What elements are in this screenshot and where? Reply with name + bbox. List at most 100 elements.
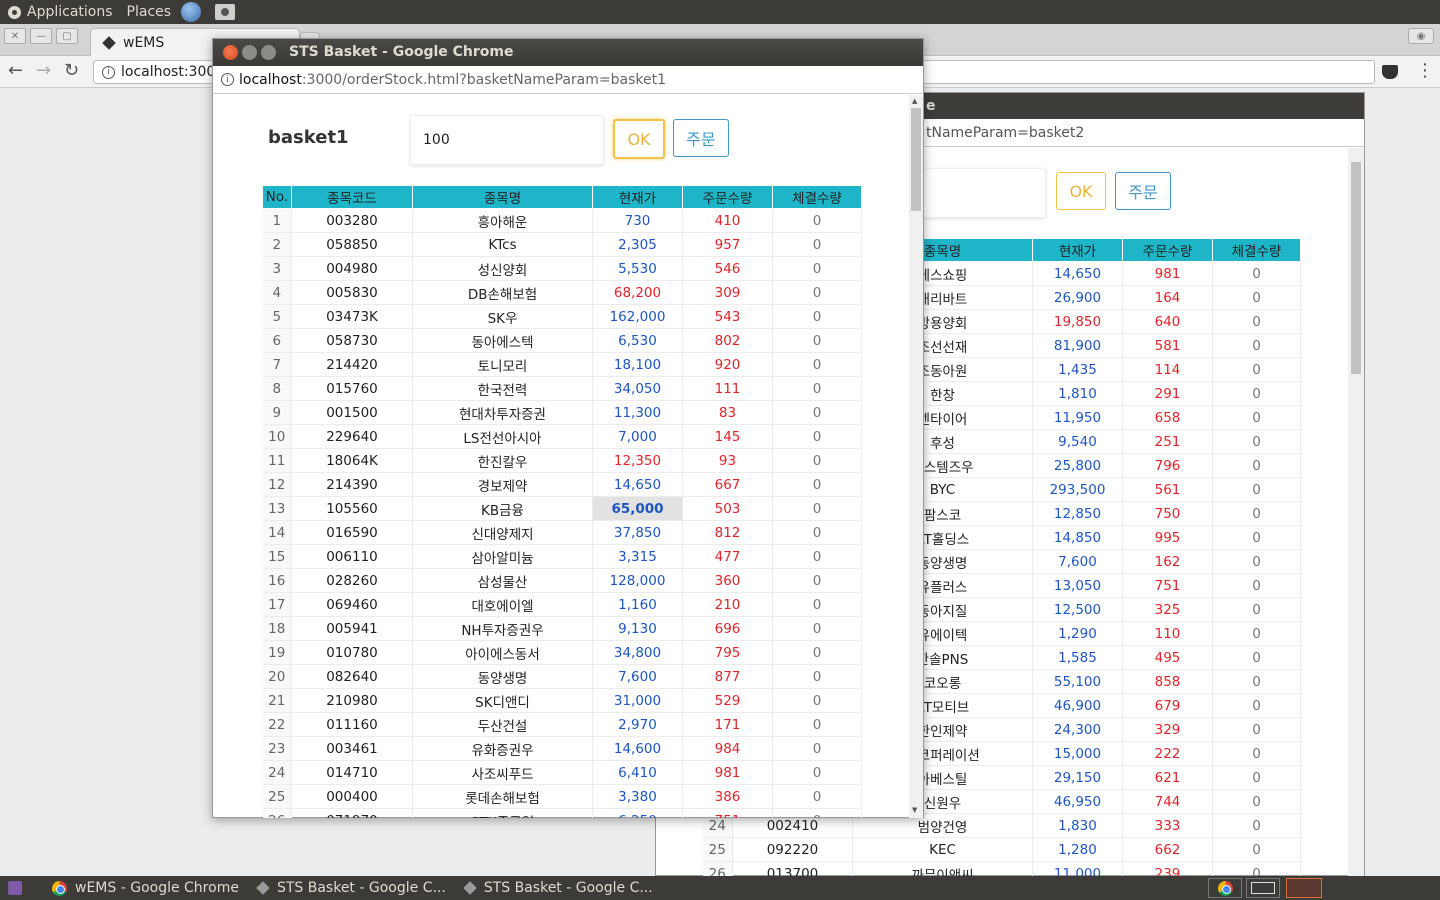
cell-filled-qty: 0 <box>772 568 862 593</box>
scrollbar-thumb[interactable] <box>911 108 921 211</box>
cell-order-qty: 495 <box>1122 645 1213 670</box>
workspace-3[interactable] <box>1286 878 1322 898</box>
maximize-icon[interactable] <box>261 45 276 60</box>
table-row[interactable]: 19 010780 아이에스동서 34,800 795 0 <box>262 640 862 665</box>
places-menu[interactable]: Places <box>127 4 172 20</box>
workspace-2[interactable] <box>1246 878 1280 898</box>
quantity-input[interactable]: 100 <box>410 115 604 165</box>
scrollbar-thumb[interactable] <box>1351 162 1361 374</box>
cell-price: 162,000 <box>592 304 683 329</box>
table-row[interactable]: 24 014710 사조씨푸드 6,410 981 0 <box>262 760 862 785</box>
forward-icon[interactable]: → <box>36 60 51 81</box>
table-row[interactable]: 2 058850 KTcs 2,305 957 0 <box>262 232 862 257</box>
minimize-icon[interactable] <box>242 45 257 60</box>
table-row[interactable]: 8 015760 한국전력 34,050 111 0 <box>262 376 862 401</box>
cell-price: 1,810 <box>1032 381 1123 406</box>
table-row[interactable]: 1 003280 흥아해운 730 410 0 <box>262 208 862 233</box>
reload-icon[interactable]: ↻ <box>64 60 79 81</box>
vertical-scrollbar[interactable] <box>1348 148 1364 876</box>
ok-button[interactable]: OK <box>613 119 665 159</box>
cell-filled-qty: 0 <box>1212 645 1301 670</box>
scroll-up-icon[interactable]: ▲ <box>912 97 917 105</box>
popup-address-bar[interactable]: i localhost:3000/orderStock.html?basketN… <box>213 66 923 94</box>
order-button[interactable]: 주문 <box>1115 172 1171 210</box>
table-row[interactable]: 13 105560 KB금융 65,000 503 0 <box>262 496 862 521</box>
cell-order-qty: 621 <box>1122 765 1213 790</box>
order-button[interactable]: 주문 <box>673 119 729 157</box>
cell-order-qty: 93 <box>682 448 773 473</box>
cell-name: 현대차투자증권 <box>412 400 593 425</box>
cell-order-qty: 984 <box>682 736 773 761</box>
popup-content: basket1 100 OK 주문 No. 종목코드 종목명 현재가 주문수량 … <box>213 95 909 818</box>
cell-order-qty: 222 <box>1122 741 1213 766</box>
table-row[interactable]: 14 016590 신대양제지 37,850 812 0 <box>262 520 862 545</box>
cell-price: 128,000 <box>592 568 683 593</box>
taskbar-item-basket-2[interactable]: STS Basket - Google C... <box>463 880 653 896</box>
menu-icon[interactable]: ⋮ <box>1416 60 1434 81</box>
table-row[interactable]: 12 214390 경보제약 14,650 667 0 <box>262 472 862 497</box>
table-row[interactable]: 11 18064K 한진칼우 12,350 93 0 <box>262 448 862 473</box>
table-row[interactable]: 26071970STX중공업6,2507510 <box>262 808 862 818</box>
show-desktop-icon[interactable] <box>8 881 22 895</box>
table-row[interactable]: 4 005830 DB손해보험 68,200 309 0 <box>262 280 862 305</box>
workspace-1[interactable] <box>1208 878 1242 898</box>
maximize-icon[interactable]: ▢ <box>56 28 78 44</box>
minimize-icon[interactable]: — <box>30 28 52 44</box>
cell-no: 7 <box>262 352 292 377</box>
table-row[interactable]: 26 013700 까뮤이앤씨 11,000 239 0 <box>702 861 1301 876</box>
table-row[interactable]: 15 006110 삼아알미늄 3,315 477 0 <box>262 544 862 569</box>
close-icon[interactable] <box>223 45 238 60</box>
table-row[interactable]: 3 004980 성신양회 5,530 546 0 <box>262 256 862 281</box>
table-row[interactable]: 5 03473K SK우 162,000 543 0 <box>262 304 862 329</box>
scroll-down-icon[interactable]: ▼ <box>912 806 917 814</box>
info-icon[interactable]: i <box>221 73 234 86</box>
table-row[interactable]: 18 005941 NH투자증권우 9,130 696 0 <box>262 616 862 641</box>
cell-filled-qty: 0 <box>772 712 862 737</box>
app-icon <box>256 881 270 895</box>
table-row[interactable]: 20 082640 동양생명 7,600 877 0 <box>262 664 862 689</box>
cell-filled-qty: 0 <box>772 736 862 761</box>
cell-no: 4 <box>262 280 292 305</box>
cell-order-qty: 543 <box>682 304 773 329</box>
cell-price: 5,530 <box>592 256 683 281</box>
back-icon[interactable]: ← <box>8 60 23 81</box>
applications-menu[interactable]: Applications <box>8 4 113 20</box>
table-header-row: No. 종목코드 종목명 현재가 주문수량 체결수량 <box>262 185 862 209</box>
cell-filled-qty: 0 <box>772 496 862 521</box>
table-row[interactable]: 16 028260 삼성물산 128,000 360 0 <box>262 568 862 593</box>
taskbar-item-wems[interactable]: wEMS - Google Chrome <box>52 880 239 896</box>
cell-no: 23 <box>262 736 292 761</box>
cell-order-qty: 957 <box>682 232 773 257</box>
ok-label: OK <box>627 129 651 149</box>
cell-code: 003461 <box>291 736 413 761</box>
table-row[interactable]: 25 000400 롯데손해보험 3,380 386 0 <box>262 784 862 809</box>
quantity-input-partial[interactable] <box>918 168 1046 218</box>
table-row[interactable]: 25 092220 KEC 1,280 662 0 <box>702 837 1301 862</box>
table-row[interactable]: 7 214420 토니모리 18,100 920 0 <box>262 352 862 377</box>
cell-price: 12,500 <box>1032 597 1123 622</box>
table-row[interactable]: 10 229640 LS전선아시아 7,000 145 0 <box>262 424 862 449</box>
vertical-scrollbar[interactable]: ▲ ▼ <box>909 95 923 818</box>
close-icon[interactable]: ✕ <box>4 28 26 44</box>
profile-icon[interactable]: ◉ <box>1408 28 1434 44</box>
cell-filled-qty: 0 <box>772 328 862 353</box>
table-row[interactable]: 17 069460 대호에이엘 1,160 210 0 <box>262 592 862 617</box>
cell-no: 26 <box>262 808 292 818</box>
cell-order-qty: 477 <box>682 544 773 569</box>
window-titlebar: STS Basket - Google Chrome <box>213 39 923 66</box>
cell-order-qty: 333 <box>1122 813 1213 838</box>
cell-order-qty: 751 <box>1122 573 1213 598</box>
browser-launcher-icon[interactable] <box>181 2 202 22</box>
table-row[interactable]: 22 011160 두산건설 2,970 171 0 <box>262 712 862 737</box>
table-row[interactable]: 21 210980 SK디앤디 31,000 529 0 <box>262 688 862 713</box>
screenshot-launcher-icon[interactable] <box>215 4 236 20</box>
taskbar-item-basket-1[interactable]: STS Basket - Google C... <box>256 880 446 896</box>
ok-button[interactable]: OK <box>1056 172 1106 210</box>
cell-no: 20 <box>262 664 292 689</box>
pocket-icon[interactable] <box>1382 65 1398 79</box>
cell-price: 68,200 <box>592 280 683 305</box>
table-row[interactable]: 9 001500 현대차투자증권 11,300 83 0 <box>262 400 862 425</box>
table-row[interactable]: 6 058730 동아에스텍 6,530 802 0 <box>262 328 862 353</box>
table-row[interactable]: 23 003461 유화증권우 14,600 984 0 <box>262 736 862 761</box>
info-icon[interactable]: i <box>102 65 115 79</box>
